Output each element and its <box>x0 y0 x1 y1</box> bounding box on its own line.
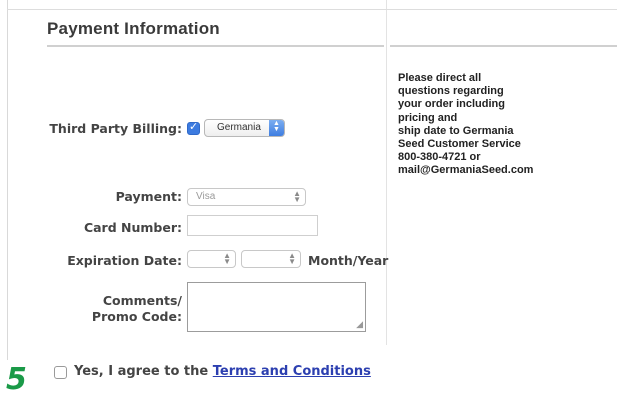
terms-agree-prefix: Yes, I agree to the <box>74 364 213 379</box>
card-number-label: Card Number: <box>83 220 182 235</box>
comments-label-line2: Promo Code: <box>91 309 182 324</box>
comments-promo-textarea[interactable]: ◢ <box>187 282 366 332</box>
customer-service-help-text: Please direct all questions regarding yo… <box>398 72 568 178</box>
help-line: ship date to Germania <box>398 124 514 137</box>
billing-company-value: Germania <box>217 122 261 133</box>
select-arrows-icon: ▲ ▼ <box>288 251 296 266</box>
checkmark-icon: ✓ <box>189 120 199 133</box>
frame-left-border <box>7 0 8 360</box>
card-number-input[interactable] <box>187 215 318 236</box>
payment-label: Payment: <box>115 189 182 204</box>
payment-method-value: Visa <box>196 191 216 202</box>
terms-and-conditions-link[interactable]: Terms and Conditions <box>213 364 371 379</box>
select-arrows-icon: ▲ ▼ <box>293 189 301 204</box>
section-title-underline-right <box>390 45 617 47</box>
frame-top-border <box>7 9 617 10</box>
help-line: Please direct all <box>398 72 482 84</box>
help-line: 800-380-4721 or <box>398 151 481 164</box>
frame-column-divider <box>386 0 387 345</box>
expiration-date-label: Expiration Date: <box>67 253 182 268</box>
step-number: 5 <box>6 362 27 397</box>
help-line: Seed Customer Service <box>398 138 521 151</box>
billing-company-select[interactable]: Germania ▲ ▼ <box>204 119 285 137</box>
help-line: your order including <box>398 98 505 111</box>
comments-label-line1: Comments/ <box>102 293 182 308</box>
resize-grip-icon[interactable]: ◢ <box>356 320 363 330</box>
expiration-month-select[interactable]: ▲ ▼ <box>187 250 236 268</box>
expiration-format-hint: Month/Year <box>308 253 389 268</box>
terms-agree-label: Yes, I agree to the Terms and Conditions <box>74 364 371 379</box>
section-title-underline <box>47 45 384 47</box>
select-arrows-icon: ▲ ▼ <box>269 120 284 136</box>
third-party-billing-checkbox[interactable]: ✓ <box>187 120 200 135</box>
section-title: Payment Information <box>47 19 220 38</box>
help-line: questions regarding <box>398 85 504 98</box>
terms-agree-checkbox[interactable] <box>54 366 67 379</box>
help-line: pricing and <box>398 111 458 124</box>
help-line: mail@GermaniaSeed.com <box>398 164 534 177</box>
select-arrows-icon: ▲ ▼ <box>223 251 231 266</box>
expiration-year-select[interactable]: ▲ ▼ <box>241 250 301 268</box>
third-party-billing-label: Third Party Billing: <box>49 121 182 136</box>
payment-method-select[interactable]: Visa ▲ ▼ <box>187 188 306 206</box>
